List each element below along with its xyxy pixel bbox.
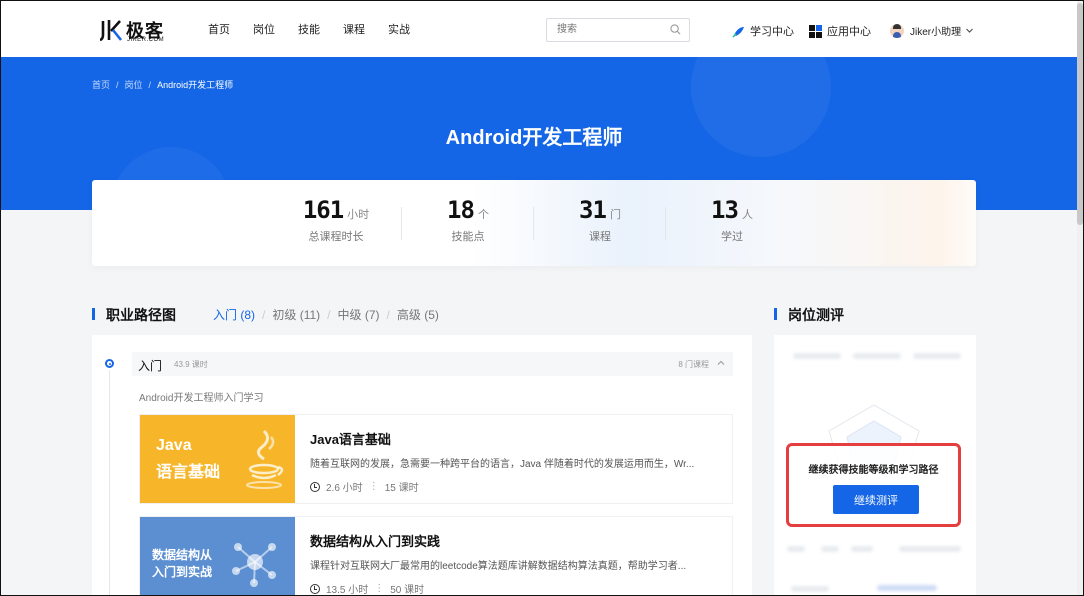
thumb-line1: Java [156, 437, 192, 454]
course-hours: 13.5 小时 [326, 585, 369, 596]
page-title: Android开发工程师 [445, 127, 623, 149]
top-header: 极客 JIKER.COM 首页 岗位 技能 课程 实战 学习中心 [1, 1, 1077, 57]
learning-center-label: 学习中心 [750, 26, 794, 38]
learning-center-link[interactable]: 学习中心 [732, 23, 794, 39]
stat-unit: 人 [741, 209, 753, 221]
course-description: 课程针对互联网大厂最常用的leetcode算法题库讲解数据结构算法真题，帮助学习… [310, 561, 687, 572]
assessment-prompt: 继续获得技能等级和学习路径 继续测评 [786, 443, 961, 527]
breadcrumb-current: Android开发工程师 [157, 80, 234, 90]
stat-unit: 门 [609, 209, 621, 221]
career-path-heading: 职业路径图 [92, 307, 176, 323]
stage-description: Android开发工程师入门学习 [139, 393, 264, 404]
blurred-placeholder [913, 353, 961, 359]
thumb-line1: 数据结构从 [152, 548, 213, 562]
stat-value: 13 [711, 196, 739, 224]
stat-value: 18 [447, 196, 475, 224]
stage-course-count: 8 门课程 [678, 360, 709, 369]
stat-unit: 个 [477, 209, 489, 221]
course-hours: 2.6 小时 [326, 483, 363, 494]
course-thumbnail: 数据结构从 入门到实战 [140, 517, 295, 595]
course-thumbnail: Java 语言基础 [140, 415, 295, 503]
java-cup-icon [246, 429, 284, 489]
scrollbar-thumb[interactable] [1077, 3, 1083, 225]
blurred-placeholder [853, 353, 901, 359]
blurred-placeholder [821, 546, 839, 552]
app-center-link[interactable]: 应用中心 [809, 23, 871, 39]
app-center-label: 应用中心 [827, 26, 871, 38]
chevron-down-icon [966, 28, 974, 33]
chevron-up-icon[interactable] [717, 359, 725, 367]
timeline-node [105, 359, 114, 368]
stats-card: 161 小时 总课程时长 18 个 技能点 31 门 课程 13 人 学过 [92, 180, 976, 266]
stat-label: 课程 [589, 231, 611, 243]
course-card[interactable]: 数据结构从 入门到实战 数据结构从入门到实践 课程针对互联网大厂最常用的leet… [139, 516, 733, 596]
stat-courses: 31 门 课程 [534, 196, 666, 244]
nav-courses[interactable]: 课程 [343, 21, 365, 37]
search-input[interactable] [555, 23, 669, 36]
tab-junior[interactable]: 初级 (11) [272, 308, 320, 322]
breadcrumb-home[interactable]: 首页 [92, 80, 110, 90]
course-card[interactable]: Java 语言基础 Java语言基础 随着互联网的发展，急需要一种跨平台的语言，… [139, 414, 733, 504]
timeline-line [109, 370, 110, 595]
thumb-line2: 入门到实战 [152, 565, 213, 579]
level-tabs: 入门 (8) / 初级 (11) / 中级 (7) / 高级 (5) [213, 308, 439, 322]
breadcrumb-positions[interactable]: 岗位 [125, 80, 143, 90]
stage-hours: 43.9 课时 [174, 360, 208, 369]
blurred-placeholder [877, 585, 937, 591]
main-nav: 首页 岗位 技能 课程 实战 [208, 21, 433, 37]
nav-skills[interactable]: 技能 [298, 21, 320, 37]
blurred-placeholder [793, 353, 841, 359]
assessment-heading: 岗位测评 [774, 307, 844, 323]
network-nodes-icon [232, 543, 276, 587]
app-grid-icon [809, 24, 822, 38]
course-title[interactable]: Java语言基础 [310, 429, 391, 448]
user-menu[interactable]: Jiker小助理 [890, 23, 979, 38]
clock-icon [310, 481, 320, 492]
user-name: Jiker小助理 [910, 27, 962, 38]
course-description: 随着互联网的发展，急需要一种跨平台的语言，Java 伴随着时代的发展运用而生，W… [310, 459, 695, 470]
stat-total-hours: 161 小时 总课程时长 [270, 196, 402, 244]
course-lessons: 15 课时 [384, 483, 419, 494]
blurred-placeholder [791, 586, 829, 592]
stat-label: 技能点 [451, 231, 485, 243]
search-icon[interactable] [670, 24, 681, 35]
stat-learners: 13 人 学过 [666, 196, 798, 244]
stat-value: 161 [302, 196, 344, 224]
course-meta: 2.6 小时 ⋮ 15 课时 [310, 479, 419, 494]
tab-beginner[interactable]: 入门 (8) [213, 308, 255, 322]
stat-unit: 小时 [347, 209, 370, 221]
nav-home[interactable]: 首页 [208, 21, 230, 37]
nav-practice[interactable]: 实战 [388, 21, 410, 37]
breadcrumb: 首页 / 岗位 / Android开发工程师 [92, 80, 234, 90]
stat-label: 学过 [721, 231, 743, 243]
assessment-hint: 继续获得技能等级和学习路径 [808, 465, 939, 476]
continue-assessment-button[interactable]: 继续测评 [833, 485, 919, 514]
logo-mark-icon [100, 20, 123, 42]
clock-icon [310, 583, 320, 594]
blurred-placeholder [899, 546, 961, 552]
blurred-placeholder [851, 546, 873, 552]
stage-name: 入门 [138, 359, 163, 373]
stat-value: 31 [579, 196, 607, 224]
nav-positions[interactable]: 岗位 [253, 21, 275, 37]
logo-subtitle: JIKER.COM [127, 37, 165, 43]
stat-skill-points: 18 个 技能点 [402, 196, 534, 244]
tab-intermediate[interactable]: 中级 (7) [338, 308, 380, 322]
avatar [890, 23, 904, 38]
page-scrollbar[interactable] [1077, 1, 1083, 595]
blurred-placeholder [787, 546, 805, 552]
thumb-line2: 语言基础 [156, 464, 221, 481]
course-title[interactable]: 数据结构从入门到实践 [310, 531, 440, 550]
learning-center-icon [732, 26, 744, 38]
course-meta: 13.5 小时 ⋮ 50 课时 [310, 581, 425, 596]
stage-header[interactable]: 入门 43.9 课时 8 门课程 [132, 352, 733, 376]
browser-viewport: 极客 JIKER.COM 首页 岗位 技能 课程 实战 学习中心 [0, 0, 1084, 596]
site-logo[interactable]: 极客 JIKER.COM [100, 15, 164, 45]
tab-advanced[interactable]: 高级 (5) [397, 308, 439, 322]
stat-label: 总课程时长 [308, 231, 364, 243]
course-lessons: 50 课时 [390, 585, 425, 596]
search-box [546, 18, 690, 42]
